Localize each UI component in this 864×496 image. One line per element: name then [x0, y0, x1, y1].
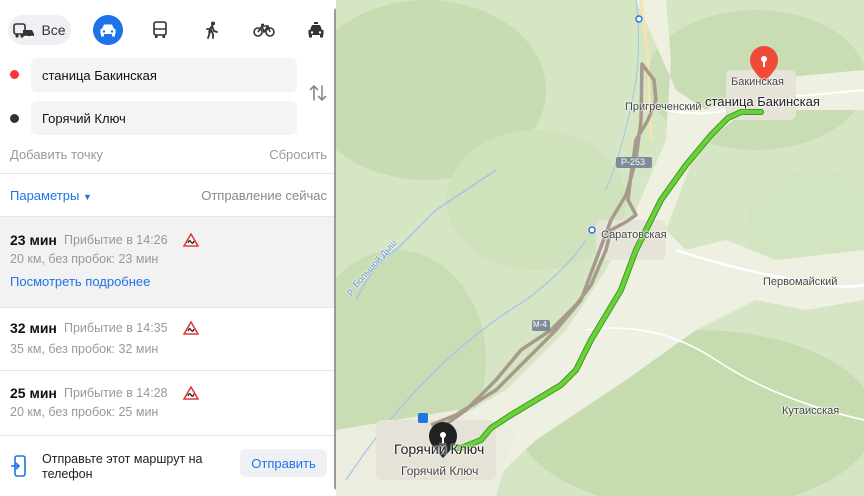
departure-time[interactable]: Отправление сейчас	[201, 188, 327, 203]
route-duration: 23 мин	[10, 232, 57, 248]
swap-icon[interactable]	[308, 83, 328, 103]
reset-button[interactable]: Сбросить	[269, 147, 327, 162]
map-label-pervomaisky: Первомайский	[763, 276, 838, 288]
route-arrival: Прибытие в 14:26	[64, 233, 168, 247]
route-details: 35 км, без пробок: 32 мин	[10, 342, 159, 356]
route-details: 20 км, без пробок: 23 мин	[10, 252, 159, 266]
map-label-prigrechensky: Пригреченский	[625, 101, 702, 113]
route-duration: 25 мин	[10, 385, 57, 401]
route-panel: Все станица Бакинская Горячий Ключ Добав…	[0, 0, 336, 496]
poi-marker[interactable]	[588, 226, 596, 234]
bicycle-icon	[253, 23, 275, 37]
origin-input[interactable]: станица Бакинская	[31, 58, 297, 92]
transport-modes: Все	[8, 15, 328, 45]
map-label-goryachy: Горячий Ключ	[401, 464, 479, 478]
car-icon	[100, 24, 116, 37]
destination-input[interactable]: Горячий Ключ	[31, 101, 297, 135]
warning-sign-icon	[183, 321, 199, 335]
phone-icon	[11, 455, 26, 477]
route-arrival: Прибытие в 14:35	[64, 321, 168, 335]
mode-taxi-button[interactable]	[301, 15, 331, 45]
send-button[interactable]: Отправить	[240, 449, 327, 477]
warning-sign-icon	[183, 233, 199, 247]
mode-car-button[interactable]	[93, 15, 123, 45]
mode-bike-button[interactable]	[249, 15, 279, 45]
map-label-saratovskaya: Саратовская	[601, 229, 667, 241]
route-duration: 32 мин	[10, 320, 57, 336]
map-road-label: P-253	[621, 157, 646, 167]
route-option-1[interactable]: 23 мин Прибытие в 14:26 20 км, без пробо…	[0, 217, 334, 307]
bus-icon	[153, 21, 167, 38]
divider	[0, 173, 334, 174]
mode-walk-button[interactable]	[197, 15, 227, 45]
route-option-2[interactable]: 32 мин Прибытие в 14:35 35 км, без пробо…	[0, 308, 334, 370]
mode-all-label: Все	[41, 22, 66, 38]
map-label-kutaisskaya: Кутаисская	[782, 405, 840, 417]
mode-bus-button[interactable]	[145, 15, 175, 45]
route-option-3[interactable]: 25 мин Прибытие в 14:28 20 км, без пробо…	[0, 371, 334, 435]
map-label-bakinskaya: станица Бакинская	[705, 94, 820, 109]
map-view[interactable]: Бакинская станица Бакинская Пригреченски…	[336, 0, 864, 496]
parameters-label: Параметры	[10, 188, 80, 203]
map-canvas	[336, 0, 864, 496]
railway-station-icon[interactable]	[418, 413, 428, 423]
map-road-label: М-4	[533, 320, 547, 329]
mode-all-button[interactable]: Все	[8, 15, 71, 45]
map-label-bakinskaya-short: Бакинская	[731, 76, 784, 88]
origin-marker	[10, 70, 19, 79]
destination-marker	[10, 114, 19, 123]
chevron-down-icon: ▼	[82, 192, 92, 202]
send-to-phone: Отправьте этот маршрут на телефон Отправ…	[0, 437, 334, 496]
send-route-text: Отправьте этот маршрут на телефон	[42, 452, 203, 481]
view-details-link[interactable]: Посмотреть подробнее	[10, 274, 150, 289]
pedestrian-icon	[206, 21, 218, 39]
route-arrival: Прибытие в 14:28	[64, 386, 168, 400]
taxi-icon	[308, 22, 324, 38]
all-transport-icon	[13, 23, 35, 39]
divider	[0, 435, 334, 436]
poi-marker[interactable]	[635, 15, 643, 23]
warning-sign-icon	[183, 386, 199, 400]
route-details: 20 км, без пробок: 25 мин	[10, 405, 159, 419]
parameters-dropdown[interactable]: Параметры ▼	[10, 188, 92, 203]
add-point-button[interactable]: Добавить точку	[10, 147, 103, 162]
map-label-goryachy-big: Горячий Ключ	[394, 441, 485, 457]
